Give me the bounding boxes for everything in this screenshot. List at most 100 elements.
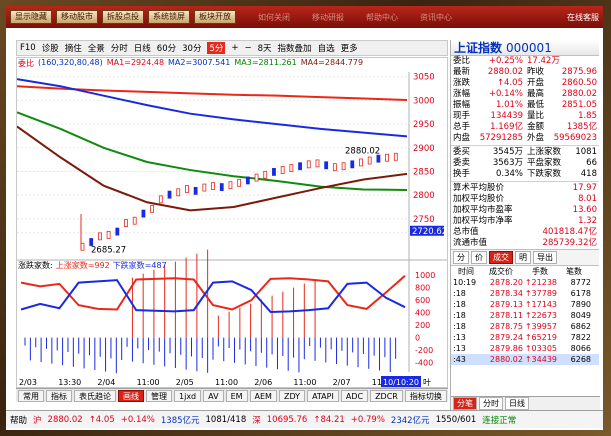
indicator-tab-5[interactable]: 1jxd [174, 389, 202, 402]
toolbar-item-2[interactable]: 摘住 [65, 42, 82, 54]
toolbar-item-5[interactable]: 日线 [134, 42, 151, 54]
toolbar-item-7[interactable]: 30分 [182, 42, 201, 54]
divider [451, 145, 599, 146]
breadth-y-tick: 400 [415, 309, 430, 318]
quote-label: 外盘 [527, 133, 545, 143]
help-label[interactable]: 帮助 [10, 414, 27, 426]
customer-service-link[interactable]: 在线客服 [567, 12, 599, 23]
toolbar-item-12[interactable]: 指数叠加 [278, 42, 312, 54]
stat-value: 1.32 [578, 216, 597, 226]
toolbar-item-6[interactable]: 60分 [157, 42, 176, 54]
divider [451, 181, 599, 182]
indicator-tab-2[interactable]: 表氏趋论 [74, 389, 116, 402]
trade-time: 10:19 [453, 278, 477, 287]
trade-row: :18 2878.75 ↑39957 6862 [451, 321, 599, 332]
trade-time: :18 [453, 311, 466, 320]
menu-button-0[interactable]: 显示隐藏 [10, 10, 52, 24]
stat-label: 流通市值 [453, 238, 488, 248]
breadth-label: 换手 [453, 169, 471, 179]
trade-tab-2[interactable]: 成交 [489, 251, 513, 264]
current-price-label: 2720.62 [412, 227, 447, 237]
trade-volume: ↑65219 [524, 333, 557, 342]
breadth-legend-item-2: 下跌家数=487 [112, 261, 167, 270]
breadth-y-tick: 800 [415, 284, 430, 293]
toolbar-item-9[interactable]: + [231, 43, 238, 53]
candle [176, 188, 181, 197]
menu-link-3[interactable]: 资讯中心 [420, 12, 452, 23]
trade-price: 2879.24 [489, 333, 523, 342]
trade-volume: ↑37789 [524, 289, 557, 298]
indicator-tab-8[interactable]: AEM [249, 389, 277, 402]
indicator-tab-12[interactable]: ZDCR [370, 389, 403, 402]
trade-tab-5[interactable]: 导出 [533, 251, 557, 264]
trade-volume: ↑34439 [524, 355, 557, 364]
indicator-tab-4[interactable]: 管理 [146, 389, 172, 402]
toolbar-item-4[interactable]: 分时 [111, 42, 128, 54]
trade-tab-0[interactable]: 分 [453, 251, 469, 264]
quote-cell: 最低 2851.05 [527, 100, 597, 111]
candle [254, 173, 259, 182]
indicator-tab-9[interactable]: ZDY [278, 389, 306, 402]
indicator-tab-1[interactable]: 指标 [46, 389, 72, 402]
breadth-y-tick: -200 [415, 346, 433, 355]
candle [280, 166, 285, 174]
toolbar-item-14[interactable]: 更多 [341, 42, 358, 54]
trade-tab-4[interactable]: 明 [515, 251, 531, 264]
stat-row: 总市值 401818.47亿 [451, 227, 599, 238]
stat-label: 算术平均股价 [453, 183, 505, 193]
trade-count: 7822 [570, 333, 591, 342]
chart-toolbar: F10 诊股 摘住 全景 分时 日线 60分 30分 5分 + −8天 指数叠加 自选 更多 [16, 40, 448, 56]
trade-row: :13 2879.86 ↑03305 8066 [451, 343, 599, 354]
menu-button-1[interactable]: 移动股市 [56, 10, 98, 24]
y-tick-label: 3000 [413, 96, 435, 106]
toolbar-item-8[interactable]: 5分 [207, 42, 226, 54]
menu-button-3[interactable]: 系统锁屏 [148, 10, 190, 24]
trade-tab-1[interactable]: 价 [471, 251, 487, 264]
breadth-line-up [20, 274, 406, 311]
indicator-tab-0[interactable]: 常用 [18, 389, 44, 402]
indicator-tab-13[interactable]: 指标切换 [404, 389, 447, 402]
breadth-value: 66 [586, 158, 597, 168]
panel-tab-2[interactable]: 日线 [505, 397, 529, 410]
candle [393, 152, 398, 161]
toolbar-item-10[interactable]: − [245, 43, 252, 53]
menu-button-2[interactable]: 拆股点投 [102, 10, 144, 24]
panel-tab-0[interactable]: 分笔 [453, 397, 477, 410]
menu-button-4[interactable]: 板块开放 [194, 10, 236, 24]
toolbar-item-1[interactable]: 诊股 [42, 42, 59, 54]
indicator-tab-7[interactable]: EM [225, 389, 248, 402]
stat-row: 流通市值 285739.32亿 [451, 238, 599, 249]
breadth-value: 0.34% [495, 169, 523, 179]
indicator-tab-6[interactable]: AV [203, 389, 224, 402]
trade-count: 6178 [570, 289, 591, 298]
stat-label: 加权平均市盈率 [453, 205, 513, 215]
stat-cell: 加权平均市净率 1.32 [453, 216, 597, 227]
trade-col-2: 手数 [532, 267, 548, 276]
quote-label: 涨跌 [453, 78, 471, 88]
toolbar-item-0[interactable]: F10 [20, 43, 36, 53]
chart-area[interactable]: 委比 (160,320,80,48) MA1=2924.48 MA2=3007.… [16, 57, 448, 388]
quote-value: 59569023 [553, 133, 597, 143]
toolbar-item-11[interactable]: 8天 [258, 42, 272, 54]
y-tick-label: 2950 [413, 120, 435, 130]
indicator-tab-11[interactable]: ADC [340, 389, 369, 402]
indicator-tab-3[interactable]: 画线 [118, 389, 144, 402]
x-tick-label: 2/07 [333, 378, 351, 387]
indicator-tab-10[interactable]: ATAPI [307, 389, 339, 402]
toolbar-item-13[interactable]: 自选 [318, 42, 335, 54]
candle [219, 183, 224, 191]
quote-label: 最低 [527, 100, 545, 110]
breadth-line-down [20, 279, 406, 314]
quote-cell: 昨收 2875.96 [527, 67, 597, 78]
price-chart[interactable]: 30503000295029002850280027502720.622720.… [17, 58, 447, 388]
toolbar-item-3[interactable]: 全景 [88, 42, 105, 54]
menu-link-1[interactable]: 移动研报 [312, 12, 344, 23]
status-item-6: 深 [252, 415, 261, 426]
menu-link-0[interactable]: 如何关闭 [258, 12, 290, 23]
stat-row: 加权平均市盈率 13.60 [451, 205, 599, 216]
quote-value: +0.14% [488, 89, 523, 99]
panel-tab-1[interactable]: 分时 [479, 397, 503, 410]
trade-count: 8066 [570, 344, 591, 353]
menu-link-2[interactable]: 帮助中心 [366, 12, 398, 23]
quote-panel: 上证指数 000001 委比 +0.25% 17.42万 最新 2880.02 昨收 287… [450, 40, 600, 410]
